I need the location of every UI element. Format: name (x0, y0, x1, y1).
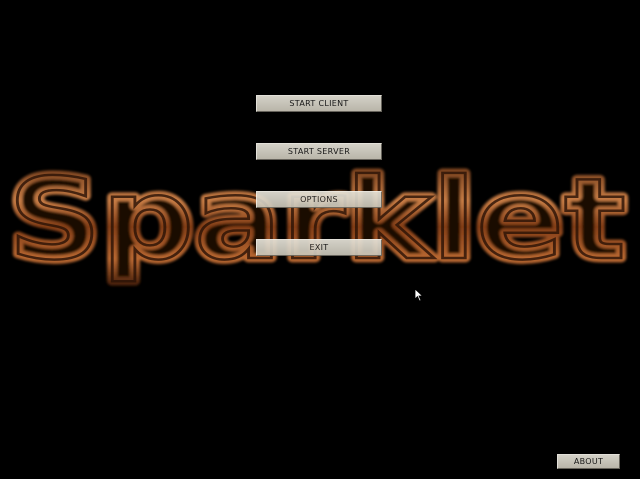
logo-text: Sparklet (8, 155, 626, 285)
about-button[interactable]: ABOUT (557, 454, 620, 469)
exit-button[interactable]: EXIT (256, 239, 382, 256)
mouse-cursor-icon (414, 288, 424, 302)
start-server-button[interactable]: START SERVER (256, 143, 382, 160)
options-button[interactable]: OPTIONS (256, 191, 382, 208)
logo-text-inner: Sparklet (8, 155, 626, 285)
start-client-button[interactable]: START CLIENT (256, 95, 382, 112)
